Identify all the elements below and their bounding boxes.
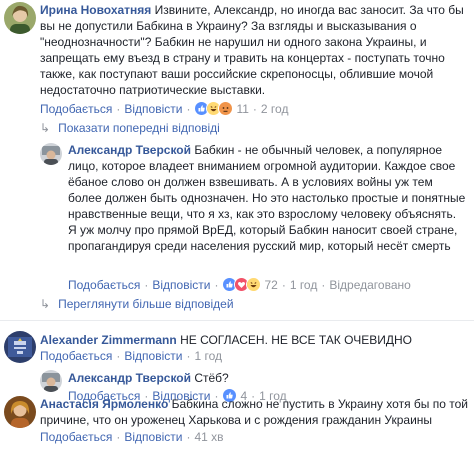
separator-dot: · xyxy=(321,277,326,292)
reactions-count: 11 xyxy=(236,101,249,116)
separator-dot: · xyxy=(186,430,191,444)
comment-3-body: Alexander Zimmermann НЕ СОГЛАСЕН. НЕ ВСЕ… xyxy=(40,332,468,348)
like-button[interactable]: Подобається xyxy=(68,278,140,292)
separator-dot: · xyxy=(144,277,149,292)
view-more-label: Переглянути більше відповідей xyxy=(58,297,234,311)
separator-dot: · xyxy=(281,277,286,292)
divider xyxy=(0,320,474,321)
comment-text: Извините, Александр, но иногда вас занос… xyxy=(40,3,464,97)
avatar-tverskoy[interactable] xyxy=(40,370,62,392)
reactions-summary[interactable]: 11 xyxy=(194,101,249,116)
avatar-irina[interactable] xyxy=(4,2,36,34)
reply-arrow-icon: ↳ xyxy=(40,121,51,135)
comment-5-actions: Подобається · Відповісти · 41 хв xyxy=(40,430,224,444)
view-previous-label: Показати попередні відповіді xyxy=(58,121,220,135)
separator-dot: · xyxy=(116,349,121,363)
separator-dot: · xyxy=(116,101,121,116)
avatar-tverskoy[interactable] xyxy=(40,143,62,165)
avatar-zimmermann[interactable] xyxy=(4,331,36,363)
angry-reaction-icon xyxy=(218,101,234,116)
avatar-anastasia[interactable] xyxy=(4,396,36,428)
like-button[interactable]: Подобається xyxy=(40,349,112,363)
comment-5-body: Анастасія Ярмоленко Бабкина сложно не пу… xyxy=(40,396,468,428)
haha-reaction-icon xyxy=(246,277,262,292)
reply-arrow-icon: ↳ xyxy=(40,297,51,311)
timestamp[interactable]: 2 год xyxy=(261,102,289,116)
separator-dot: · xyxy=(252,101,257,116)
timestamp[interactable]: 1 год xyxy=(290,278,318,292)
like-button[interactable]: Подобається xyxy=(40,430,112,444)
comment-author[interactable]: Ирина Новохатняя xyxy=(40,3,151,17)
view-more-replies[interactable]: ↳ Переглянути більше відповідей xyxy=(40,297,234,311)
timestamp[interactable]: 1 год xyxy=(194,349,222,363)
separator-dot: · xyxy=(214,277,219,292)
comment-author[interactable]: Alexander Zimmermann xyxy=(40,333,177,347)
separator-dot: · xyxy=(116,430,121,444)
comment-author[interactable]: Анастасія Ярмоленко xyxy=(40,397,168,411)
comment-2-actions: Подобається · Відповісти · 72 · 1 год · … xyxy=(68,277,411,292)
comment-1-body: Ирина Новохатняя Извините, Александр, но… xyxy=(40,2,468,98)
edited-label[interactable]: Відредаговано xyxy=(329,278,410,292)
timestamp[interactable]: 41 хв xyxy=(194,430,223,444)
reply-button[interactable]: Відповісти xyxy=(124,102,182,116)
comment-text: Стёб? xyxy=(194,371,229,385)
like-button[interactable]: Подобається xyxy=(40,102,112,116)
view-previous-replies[interactable]: ↳ Показати попередні відповіді xyxy=(40,121,220,135)
reply-button[interactable]: Відповісти xyxy=(152,278,210,292)
reply-button[interactable]: Відповісти xyxy=(124,349,182,363)
reactions-count: 72 xyxy=(264,277,278,292)
separator-dot: · xyxy=(186,349,191,363)
reply-button[interactable]: Відповісти xyxy=(124,430,182,444)
comment-4-body: Александр Тверской Стёб? xyxy=(68,370,468,386)
separator-dot: · xyxy=(186,101,191,116)
comment-text: НЕ СОГЛАСЕН. НЕ ВСЕ ТАК ОЧЕВИДНО xyxy=(180,333,412,347)
comment-author[interactable]: Александр Тверской xyxy=(68,143,191,157)
reactions-summary[interactable]: 72 xyxy=(222,277,278,292)
comment-text: Бабкин - не обычный человек, а популярно… xyxy=(68,143,466,253)
comment-3-actions: Подобається · Відповісти · 1 год xyxy=(40,349,222,363)
comment-2-body: Александр Тверской Бабкин - не обычный ч… xyxy=(68,142,468,254)
comment-1-actions: Подобається · Відповісти · 11 · 2 год xyxy=(40,101,288,116)
comment-author[interactable]: Александр Тверской xyxy=(68,371,191,385)
